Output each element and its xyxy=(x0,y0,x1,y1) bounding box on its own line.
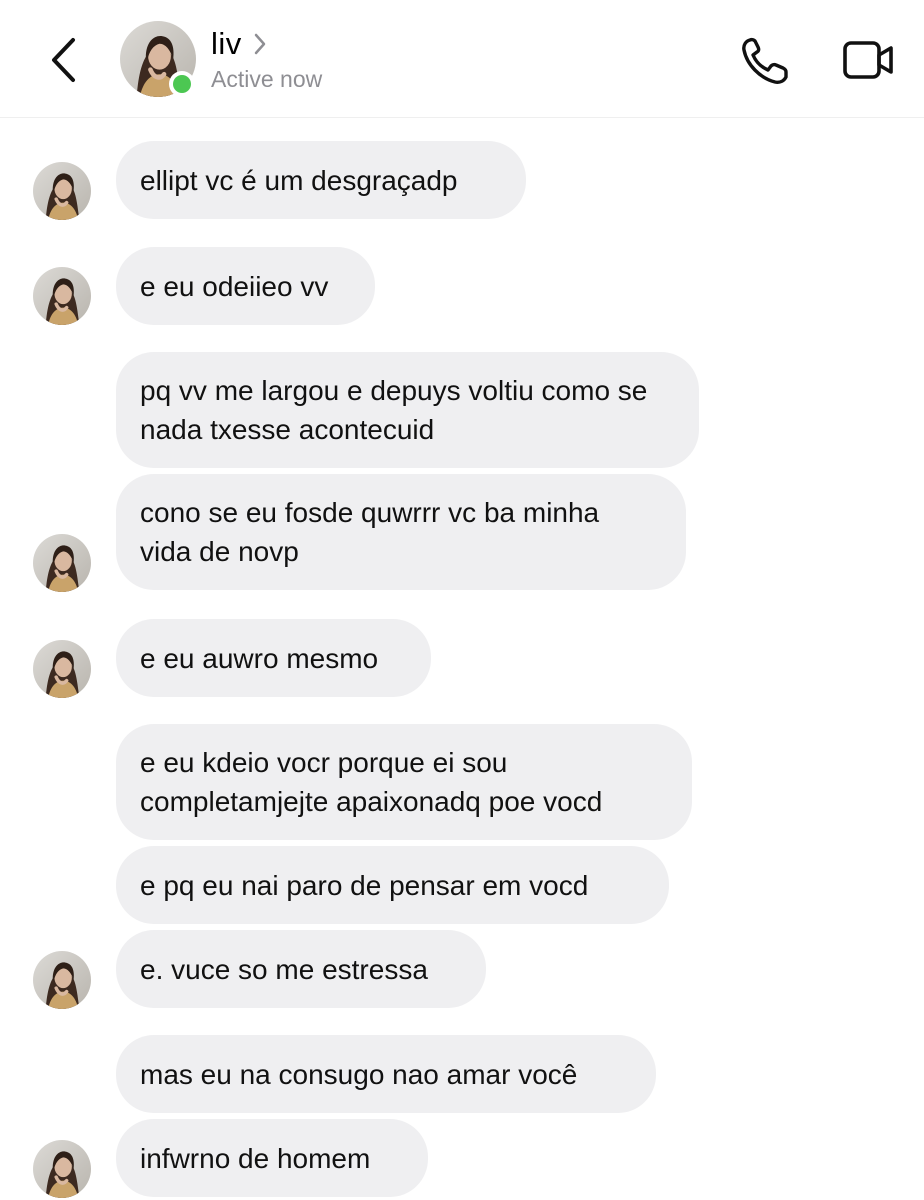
activity-status: Active now xyxy=(211,66,323,92)
contact-name-link[interactable]: liv xyxy=(211,24,268,64)
sender-avatar[interactable] xyxy=(33,162,91,220)
message-bubble[interactable]: pq vv me largou e depuys voltiu como se … xyxy=(116,352,699,468)
online-status-indicator xyxy=(169,71,195,97)
contact-name: liv xyxy=(211,26,242,61)
message-bubble[interactable]: ellipt vc é um desgraçadp xyxy=(116,141,526,219)
video-camera-icon xyxy=(843,41,893,79)
message-bubble[interactable]: infwrno de homem xyxy=(116,1119,428,1197)
chat-header: liv Active now xyxy=(0,0,924,118)
chevron-left-icon xyxy=(52,38,75,82)
message-bubble[interactable]: e eu auwro mesmo xyxy=(116,619,431,697)
message-bubble[interactable]: mas eu na consugo nao amar você xyxy=(116,1035,656,1113)
back-button[interactable] xyxy=(40,32,90,88)
message-bubble[interactable]: e eu kdeio vocr porque ei sou completamj… xyxy=(116,724,692,840)
sender-avatar[interactable] xyxy=(33,640,91,698)
message-bubble[interactable]: e. vuce so me estressa xyxy=(116,930,486,1008)
message-bubble[interactable]: cono se eu fosde quwrrr vc ba minha vida… xyxy=(116,474,686,590)
phone-icon xyxy=(742,37,788,84)
message-bubble[interactable]: e eu odeiieo vv xyxy=(116,247,375,325)
video-call-button[interactable] xyxy=(840,38,896,82)
sender-avatar[interactable] xyxy=(33,267,91,325)
message-bubble[interactable]: e pq eu nai paro de pensar em vocd xyxy=(116,846,669,924)
sender-avatar[interactable] xyxy=(33,1140,91,1198)
voice-call-button[interactable] xyxy=(740,36,790,86)
sender-avatar[interactable] xyxy=(33,534,91,592)
chevron-right-icon xyxy=(254,33,266,55)
sender-avatar[interactable] xyxy=(33,951,91,1009)
